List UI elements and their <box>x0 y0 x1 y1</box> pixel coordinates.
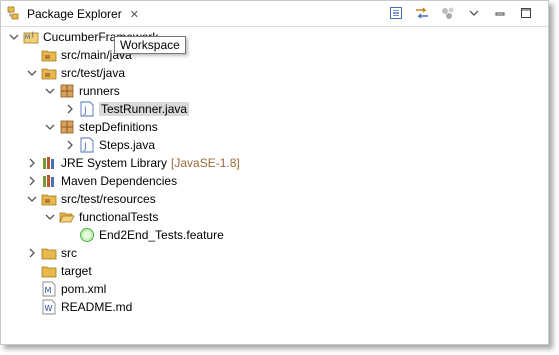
tree-item-file[interactable]: M pom.xml <box>25 280 106 298</box>
package-explorer-view: Package Explorer ✕ M J CucumberFramework… <box>0 0 549 345</box>
markdown-file-icon: W <box>41 299 57 315</box>
tree-item-folder[interactable]: src <box>25 244 77 262</box>
tree-item-source-folder[interactable]: src/test/resources <box>25 190 156 208</box>
cucumber-feature-icon <box>79 227 95 243</box>
tree-item-feature-file[interactable]: End2End_Tests.feature <box>63 226 224 244</box>
chevron-down-icon[interactable] <box>7 30 21 44</box>
tree-item-package[interactable]: runners <box>43 82 120 100</box>
svg-text:J: J <box>83 142 87 152</box>
chevron-down-icon[interactable] <box>43 120 57 134</box>
close-icon[interactable]: ✕ <box>130 8 139 21</box>
source-folder-icon <box>41 47 57 63</box>
maven-pom-icon: M <box>41 281 57 297</box>
java-file-icon: J <box>79 137 95 153</box>
source-folder-icon <box>41 191 57 207</box>
package-explorer-tab[interactable]: Package Explorer ✕ <box>3 2 145 26</box>
svg-text:W: W <box>45 304 53 313</box>
tree-item-java-file[interactable]: J Steps.java <box>63 136 155 154</box>
chevron-down-icon[interactable] <box>43 84 57 98</box>
folder-open-icon <box>59 209 75 225</box>
view-title: Package Explorer <box>27 7 122 21</box>
chevron-right-icon[interactable] <box>25 174 39 188</box>
collapse-all-icon[interactable] <box>388 5 404 21</box>
tree-item-package[interactable]: stepDefinitions <box>43 118 158 136</box>
tree-item-source-folder[interactable]: src/test/java <box>25 64 125 82</box>
package-explorer-icon <box>7 5 23 24</box>
tree-item-java-file[interactable]: J TestRunner.java <box>63 100 190 118</box>
chevron-right-icon[interactable] <box>25 156 39 170</box>
chevron-right-icon[interactable] <box>63 138 77 152</box>
tree-item-folder[interactable]: target <box>25 262 92 280</box>
chevron-right-icon[interactable] <box>63 102 77 116</box>
package-icon <box>59 83 75 99</box>
package-icon <box>59 119 75 135</box>
svg-text:J: J <box>31 31 34 38</box>
maven-project-icon: M J <box>23 29 39 45</box>
maximize-icon[interactable] <box>518 5 534 21</box>
view-menu-icon[interactable] <box>466 5 482 21</box>
chevron-right-icon[interactable] <box>25 246 39 260</box>
minimize-icon[interactable] <box>492 5 508 21</box>
tree-item-file[interactable]: W README.md <box>25 298 132 316</box>
workspace-tooltip: Workspace <box>114 36 186 54</box>
link-with-editor-icon[interactable] <box>414 5 430 21</box>
svg-text:M: M <box>45 286 52 295</box>
svg-text:J: J <box>83 106 87 116</box>
chevron-down-icon[interactable] <box>43 210 57 224</box>
tree-item-library[interactable]: JRE System Library [JavaSE-1.8] <box>25 154 240 172</box>
chevron-down-icon[interactable] <box>25 192 39 206</box>
view-title-bar: Package Explorer ✕ <box>1 1 548 27</box>
svg-text:M: M <box>25 34 30 41</box>
focus-icon[interactable] <box>440 5 456 21</box>
java-file-icon: J <box>79 101 95 117</box>
source-folder-icon <box>41 65 57 81</box>
tree-item-folder[interactable]: functionalTests <box>43 208 158 226</box>
view-toolbar <box>388 5 534 21</box>
jre-version-decoration: [JavaSE-1.8] <box>171 156 240 170</box>
library-icon <box>41 173 57 189</box>
chevron-down-icon[interactable] <box>25 66 39 80</box>
library-icon <box>41 155 57 171</box>
tree-item-library[interactable]: Maven Dependencies <box>25 172 177 190</box>
folder-icon <box>41 263 57 279</box>
folder-icon <box>41 245 57 261</box>
